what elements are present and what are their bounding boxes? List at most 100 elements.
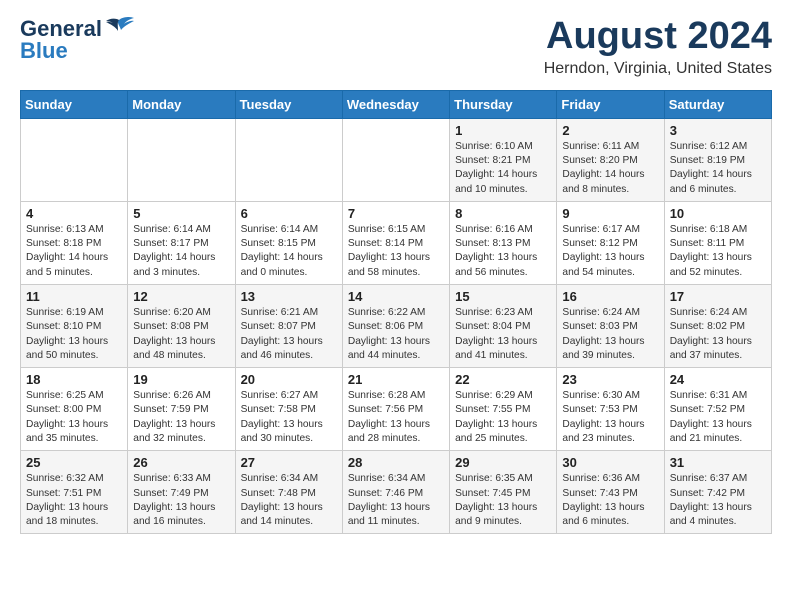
- day-number: 6: [241, 206, 337, 221]
- calendar-header-row: SundayMondayTuesdayWednesdayThursdayFrid…: [21, 90, 772, 118]
- main-title: August 2024: [544, 16, 772, 58]
- calendar-cell: 5 Sunrise: 6:14 AM Sunset: 8:17 PM Daylig…: [128, 201, 235, 284]
- day-info: Sunrise: 6:37 AM Sunset: 7:42 PM Dayligh…: [670, 472, 766, 529]
- calendar-cell: 23Sunrise: 6:30 AM Sunset: 7:53 PM Dayli…: [557, 368, 664, 451]
- day-number: 25: [26, 455, 122, 470]
- calendar-cell: 18 Sunrise: 6:25 AM Sunset: 8:00 PM Dayli…: [21, 368, 128, 451]
- day-number: 12: [133, 289, 229, 304]
- day-number: 16: [562, 289, 658, 304]
- calendar-cell: 3Sunrise: 6:12 AM Sunset: 8:19 PM Daylig…: [664, 118, 771, 201]
- day-number: 1: [455, 123, 551, 138]
- day-number: 13: [241, 289, 337, 304]
- day-info: Sunrise: 6:13 AM Sunset: 8:18 PM Dayligh…: [26, 223, 122, 280]
- calendar-week-row: 18 Sunrise: 6:25 AM Sunset: 8:00 PM Dayli…: [21, 368, 772, 451]
- day-number: 27: [241, 455, 337, 470]
- day-number: 26: [133, 455, 229, 470]
- day-number: 29: [455, 455, 551, 470]
- day-number: 18: [26, 372, 122, 387]
- calendar-cell: 15Sunrise: 6:23 AM Sunset: 8:04 PM Dayli…: [450, 285, 557, 368]
- day-info: Sunrise: 6:33 AM Sunset: 7:49 PM Dayligh…: [133, 472, 229, 529]
- page-header: General Blue August 2024 Herndon, Virgin…: [20, 16, 772, 78]
- day-number: 10: [670, 206, 766, 221]
- calendar-cell: 24 Sunrise: 6:31 AM Sunset: 7:52 PM Dayli…: [664, 368, 771, 451]
- calendar-cell: [128, 118, 235, 201]
- calendar-cell: 9 Sunrise: 6:17 AM Sunset: 8:12 PM Daylig…: [557, 201, 664, 284]
- calendar-cell: 13 Sunrise: 6:21 AM Sunset: 8:07 PM Dayli…: [235, 285, 342, 368]
- day-number: 28: [348, 455, 444, 470]
- day-info: Sunrise: 6:14 AM Sunset: 8:15 PM Dayligh…: [241, 223, 337, 280]
- calendar-cell: 4 Sunrise: 6:13 AM Sunset: 8:18 PM Daylig…: [21, 201, 128, 284]
- day-info: Sunrise: 6:25 AM Sunset: 8:00 PM Dayligh…: [26, 389, 122, 446]
- day-info: Sunrise: 6:35 AM Sunset: 7:45 PM Dayligh…: [455, 472, 551, 529]
- day-info: Sunrise: 6:29 AM Sunset: 7:55 PM Dayligh…: [455, 389, 551, 446]
- calendar-cell: 12 Sunrise: 6:20 AM Sunset: 8:08 PM Dayli…: [128, 285, 235, 368]
- day-info: Sunrise: 6:12 AM Sunset: 8:19 PM Dayligh…: [670, 140, 766, 197]
- title-block: August 2024 Herndon, Virginia, United St…: [544, 16, 772, 78]
- day-info: Sunrise: 6:30 AM Sunset: 7:53 PM Dayligh…: [562, 389, 658, 446]
- calendar-cell: 25 Sunrise: 6:32 AM Sunset: 7:51 PM Dayli…: [21, 451, 128, 534]
- day-number: 5: [133, 206, 229, 221]
- day-number: 11: [26, 289, 122, 304]
- day-number: 17: [670, 289, 766, 304]
- calendar-cell: [21, 118, 128, 201]
- calendar-cell: 21Sunrise: 6:28 AM Sunset: 7:56 PM Dayli…: [342, 368, 449, 451]
- calendar-cell: 1 Sunrise: 6:10 AM Sunset: 8:21 PM Daylig…: [450, 118, 557, 201]
- calendar-cell: [342, 118, 449, 201]
- day-info: Sunrise: 6:15 AM Sunset: 8:14 PM Dayligh…: [348, 223, 444, 280]
- calendar-table: SundayMondayTuesdayWednesdayThursdayFrid…: [20, 90, 772, 535]
- day-info: Sunrise: 6:11 AM Sunset: 8:20 PM Dayligh…: [562, 140, 658, 197]
- day-info: Sunrise: 6:27 AM Sunset: 7:58 PM Dayligh…: [241, 389, 337, 446]
- day-number: 31: [670, 455, 766, 470]
- calendar-week-row: 25 Sunrise: 6:32 AM Sunset: 7:51 PM Dayli…: [21, 451, 772, 534]
- day-number: 2: [562, 123, 658, 138]
- col-header-thursday: Thursday: [450, 90, 557, 118]
- day-info: Sunrise: 6:32 AM Sunset: 7:51 PM Dayligh…: [26, 472, 122, 529]
- day-info: Sunrise: 6:22 AM Sunset: 8:06 PM Dayligh…: [348, 306, 444, 363]
- day-info: Sunrise: 6:18 AM Sunset: 8:11 PM Dayligh…: [670, 223, 766, 280]
- day-info: Sunrise: 6:24 AM Sunset: 8:03 PM Dayligh…: [562, 306, 658, 363]
- day-info: Sunrise: 6:24 AM Sunset: 8:02 PM Dayligh…: [670, 306, 766, 363]
- calendar-cell: 20 Sunrise: 6:27 AM Sunset: 7:58 PM Dayli…: [235, 368, 342, 451]
- logo-blue: Blue: [20, 38, 68, 64]
- calendar-cell: 8 Sunrise: 6:16 AM Sunset: 8:13 PM Daylig…: [450, 201, 557, 284]
- day-info: Sunrise: 6:14 AM Sunset: 8:17 PM Dayligh…: [133, 223, 229, 280]
- day-info: Sunrise: 6:10 AM Sunset: 8:21 PM Dayligh…: [455, 140, 551, 197]
- day-info: Sunrise: 6:34 AM Sunset: 7:46 PM Dayligh…: [348, 472, 444, 529]
- calendar-week-row: 11Sunrise: 6:19 AM Sunset: 8:10 PM Dayli…: [21, 285, 772, 368]
- calendar-cell: 31 Sunrise: 6:37 AM Sunset: 7:42 PM Dayli…: [664, 451, 771, 534]
- col-header-wednesday: Wednesday: [342, 90, 449, 118]
- subtitle: Herndon, Virginia, United States: [544, 60, 772, 78]
- col-header-saturday: Saturday: [664, 90, 771, 118]
- day-number: 22: [455, 372, 551, 387]
- calendar-cell: 2 Sunrise: 6:11 AM Sunset: 8:20 PM Daylig…: [557, 118, 664, 201]
- col-header-friday: Friday: [557, 90, 664, 118]
- calendar-cell: 28 Sunrise: 6:34 AM Sunset: 7:46 PM Dayli…: [342, 451, 449, 534]
- logo: General Blue: [20, 16, 134, 64]
- calendar-cell: 19Sunrise: 6:26 AM Sunset: 7:59 PM Dayli…: [128, 368, 235, 451]
- day-info: Sunrise: 6:21 AM Sunset: 8:07 PM Dayligh…: [241, 306, 337, 363]
- calendar-cell: 7Sunrise: 6:15 AM Sunset: 8:14 PM Daylig…: [342, 201, 449, 284]
- calendar-cell: 29 Sunrise: 6:35 AM Sunset: 7:45 PM Dayli…: [450, 451, 557, 534]
- calendar-cell: 6 Sunrise: 6:14 AM Sunset: 8:15 PM Daylig…: [235, 201, 342, 284]
- calendar-cell: 11Sunrise: 6:19 AM Sunset: 8:10 PM Dayli…: [21, 285, 128, 368]
- calendar-cell: 27Sunrise: 6:34 AM Sunset: 7:48 PM Dayli…: [235, 451, 342, 534]
- calendar-cell: 17 Sunrise: 6:24 AM Sunset: 8:02 PM Dayli…: [664, 285, 771, 368]
- day-number: 30: [562, 455, 658, 470]
- day-info: Sunrise: 6:28 AM Sunset: 7:56 PM Dayligh…: [348, 389, 444, 446]
- day-number: 24: [670, 372, 766, 387]
- calendar-cell: 14Sunrise: 6:22 AM Sunset: 8:06 PM Dayli…: [342, 285, 449, 368]
- col-header-tuesday: Tuesday: [235, 90, 342, 118]
- calendar-cell: 26 Sunrise: 6:33 AM Sunset: 7:49 PM Dayli…: [128, 451, 235, 534]
- day-number: 4: [26, 206, 122, 221]
- day-number: 20: [241, 372, 337, 387]
- calendar-cell: 10 Sunrise: 6:18 AM Sunset: 8:11 PM Dayli…: [664, 201, 771, 284]
- day-number: 8: [455, 206, 551, 221]
- day-info: Sunrise: 6:17 AM Sunset: 8:12 PM Dayligh…: [562, 223, 658, 280]
- day-info: Sunrise: 6:16 AM Sunset: 8:13 PM Dayligh…: [455, 223, 551, 280]
- day-info: Sunrise: 6:31 AM Sunset: 7:52 PM Dayligh…: [670, 389, 766, 446]
- day-info: Sunrise: 6:26 AM Sunset: 7:59 PM Dayligh…: [133, 389, 229, 446]
- day-info: Sunrise: 6:36 AM Sunset: 7:43 PM Dayligh…: [562, 472, 658, 529]
- day-info: Sunrise: 6:20 AM Sunset: 8:08 PM Dayligh…: [133, 306, 229, 363]
- day-number: 9: [562, 206, 658, 221]
- logo-bird-icon: [104, 16, 134, 38]
